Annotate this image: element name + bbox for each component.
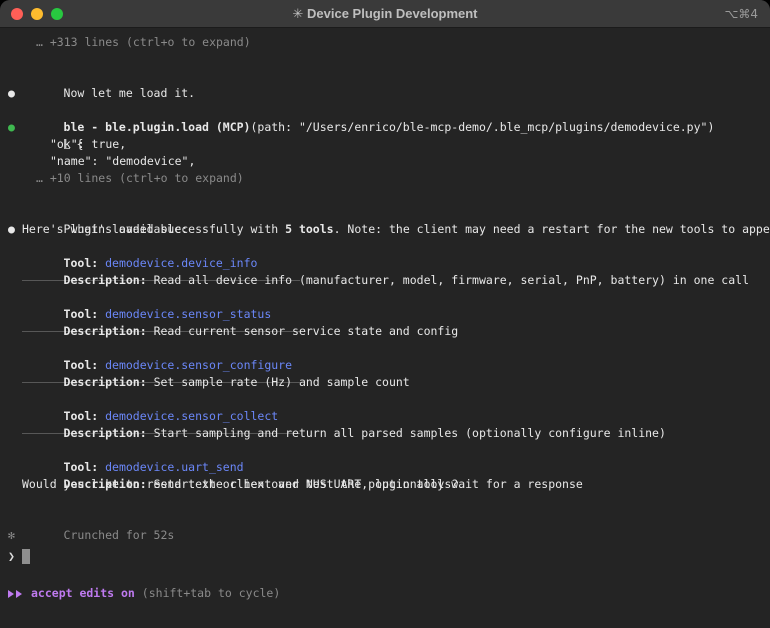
titlebar: ✳ Device Plugin Development ⌥⌘4 bbox=[0, 0, 770, 28]
tool-call-line: ●ble - ble.plugin.load (MCP)(path: "/Use… bbox=[0, 102, 770, 119]
description-label: Description: bbox=[64, 375, 154, 389]
tool-result-open-line: { bbox=[0, 119, 770, 136]
tool-name-line: Tool: demodevice.device_info bbox=[0, 238, 770, 255]
zoom-button[interactable] bbox=[51, 8, 63, 20]
assistant-text: Now let me load it. bbox=[64, 86, 196, 100]
tool-desc-line: Description: Read current sensor service… bbox=[0, 306, 770, 323]
close-button[interactable] bbox=[11, 8, 23, 20]
tool-desc-line: Description: Start sampling and return a… bbox=[0, 408, 770, 425]
message-bullet-icon: ● bbox=[8, 85, 15, 102]
tool-name-line: Tool: demodevice.sensor_collect bbox=[0, 391, 770, 408]
minimize-button[interactable] bbox=[31, 8, 43, 20]
tool-name-line: Tool: demodevice.uart_send bbox=[0, 442, 770, 459]
tool-result-line: "name": "demodevice", bbox=[0, 153, 770, 170]
mode-statusbar: accept edits on (shift+tab to cycle) bbox=[0, 585, 770, 602]
spinner-icon: ✻ bbox=[8, 527, 15, 544]
collapsed-lines-result: … +10 lines (ctrl+o to expand) bbox=[0, 170, 770, 187]
tool-desc-line: Description: Send text or hex over NUS U… bbox=[0, 459, 770, 476]
mode-label: accept edits on bbox=[31, 585, 135, 602]
description-label: Description: bbox=[64, 426, 154, 440]
timing-status: ✻Crunched for 52s bbox=[0, 510, 770, 527]
closing-question: Would you like to restart the client and… bbox=[0, 476, 770, 493]
tool-description: Read current sensor service state and co… bbox=[154, 324, 459, 338]
tool-name-line: Tool: demodevice.sensor_configure bbox=[0, 340, 770, 357]
window-shortcut-badge: ⌥⌘4 bbox=[725, 7, 770, 21]
assistant-message: ●Now let me load it. bbox=[0, 68, 770, 85]
summary-line2: Here's what's available: bbox=[0, 221, 770, 238]
window-title: ✳ Device Plugin Development bbox=[0, 6, 770, 22]
terminal-content: … +313 lines (ctrl+o to expand) ●Now let… bbox=[0, 28, 770, 602]
summary-message: ●Plugin loaded successfully with 5 tools… bbox=[0, 204, 770, 221]
tool-desc-line: Description: Read all device info (manuf… bbox=[0, 255, 770, 272]
description-label: Description: bbox=[64, 273, 154, 287]
tool-desc-line: Description: Set sample rate (Hz) and sa… bbox=[0, 357, 770, 374]
timing-text: Crunched for 52s bbox=[64, 528, 175, 542]
tool-result-line: "ok": true, bbox=[0, 136, 770, 153]
tool-name-line: Tool: demodevice.sensor_status bbox=[0, 289, 770, 306]
window-title-text: Device Plugin Development bbox=[307, 6, 478, 21]
traffic-lights bbox=[0, 8, 63, 20]
tool-description: Set sample rate (Hz) and sample count bbox=[154, 375, 410, 389]
terminal-window: ✳ Device Plugin Development ⌥⌘4 … +313 l… bbox=[0, 0, 770, 628]
tool-description: Start sampling and return all parsed sam… bbox=[154, 426, 666, 440]
session-icon: ✳ bbox=[292, 6, 303, 21]
mode-hint: (shift+tab to cycle) bbox=[142, 585, 280, 602]
collapsed-lines-top: … +313 lines (ctrl+o to expand) bbox=[0, 34, 770, 51]
fast-forward-icon bbox=[8, 590, 24, 598]
description-label: Description: bbox=[64, 324, 154, 338]
prompt-icon: ❯ bbox=[8, 549, 15, 563]
terminal-input[interactable]: ❯ bbox=[0, 543, 770, 569]
tool-description: Read all device info (manufacturer, mode… bbox=[154, 273, 749, 287]
